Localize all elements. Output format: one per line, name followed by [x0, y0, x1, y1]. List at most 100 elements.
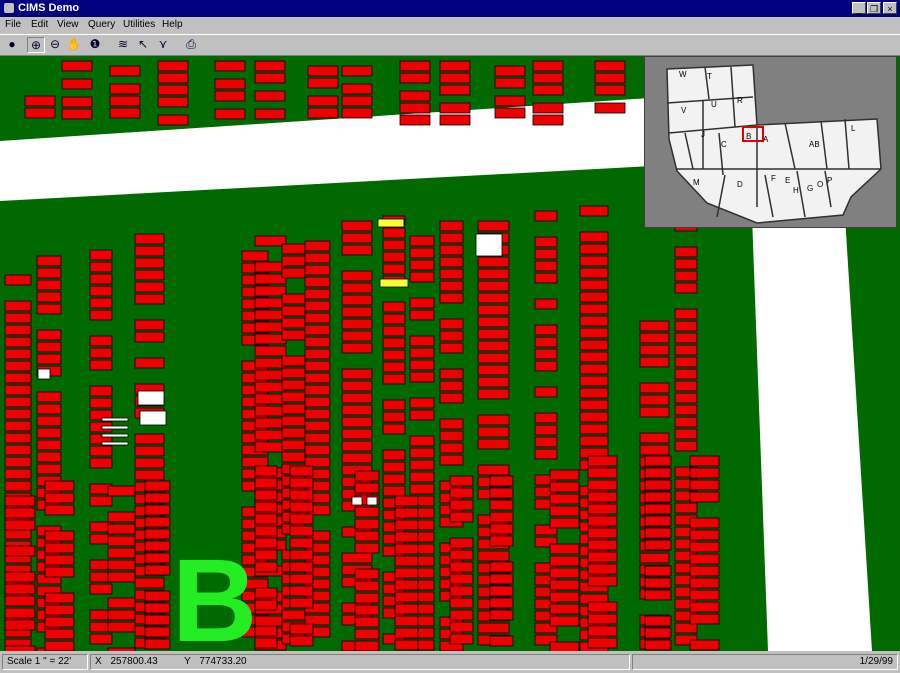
parcel[interactable]: [254, 465, 278, 477]
parcel[interactable]: [109, 95, 141, 107]
parcel[interactable]: [36, 303, 62, 315]
parcel[interactable]: [24, 107, 56, 119]
parcel[interactable]: [341, 270, 373, 282]
parcel[interactable]: [477, 438, 510, 450]
info-tool-button[interactable]: ❶: [86, 37, 104, 53]
parcel[interactable]: [639, 552, 670, 564]
parcel[interactable]: [341, 404, 373, 416]
parcel[interactable]: [394, 507, 419, 519]
parcel[interactable]: [341, 220, 373, 232]
parcel[interactable]: [36, 463, 62, 475]
parcel[interactable]: [587, 563, 618, 575]
parcel[interactable]: [4, 420, 32, 432]
parcel[interactable]: [587, 515, 618, 527]
parcel[interactable]: [449, 573, 474, 585]
parcel[interactable]: [409, 271, 435, 283]
parcel[interactable]: [289, 623, 314, 635]
parcel[interactable]: [254, 429, 287, 441]
parcel[interactable]: [534, 272, 558, 284]
parcel[interactable]: [477, 414, 510, 426]
parcel[interactable]: [4, 495, 36, 507]
parcel[interactable]: [409, 359, 435, 371]
parcel[interactable]: [382, 251, 406, 263]
parcel[interactable]: [439, 368, 464, 380]
parcel[interactable]: [394, 567, 419, 579]
parcel[interactable]: [144, 504, 171, 516]
parcel[interactable]: [674, 320, 698, 332]
parcel[interactable]: [489, 573, 514, 585]
parcel[interactable]: [144, 540, 171, 552]
parcel[interactable]: [304, 444, 331, 456]
parcel[interactable]: [579, 279, 609, 291]
parcel[interactable]: [89, 457, 113, 469]
parcel[interactable]: [254, 587, 278, 599]
parcel[interactable]: [254, 513, 278, 525]
parcel[interactable]: [549, 493, 580, 505]
parcel[interactable]: [689, 565, 720, 577]
parcel[interactable]: [107, 485, 136, 497]
parcel[interactable]: [307, 95, 339, 107]
parcel[interactable]: [439, 84, 471, 96]
parcel[interactable]: [134, 245, 165, 257]
parcel[interactable]: [61, 96, 93, 108]
parcel[interactable]: [549, 579, 580, 591]
parcel[interactable]: [439, 280, 464, 292]
parcel[interactable]: [689, 577, 720, 589]
parcel[interactable]: [61, 60, 93, 72]
parcel[interactable]: [549, 543, 580, 555]
parcel[interactable]: [579, 231, 609, 243]
query-filter-tool-button[interactable]: ⋎: [154, 37, 172, 53]
parcel[interactable]: [674, 392, 698, 404]
parcel[interactable]: [579, 363, 609, 375]
parcel[interactable]: [579, 339, 609, 351]
parcel[interactable]: [354, 628, 380, 640]
parcel[interactable]: [289, 465, 314, 477]
parcel[interactable]: [689, 589, 720, 601]
parcel[interactable]: [36, 291, 62, 303]
parcel[interactable]: [439, 380, 464, 392]
parcel[interactable]: [4, 384, 32, 396]
parcel[interactable]: [534, 412, 558, 424]
parcel[interactable]: [4, 607, 36, 619]
parcel[interactable]: [674, 404, 698, 416]
parcel[interactable]: [254, 489, 278, 501]
parcel[interactable]: [281, 391, 306, 403]
parcel[interactable]: [394, 543, 419, 555]
parcel[interactable]: [449, 609, 474, 621]
parcel[interactable]: [4, 468, 32, 480]
parcel[interactable]: [341, 282, 373, 294]
parcel[interactable]: [639, 432, 670, 444]
parcel[interactable]: [534, 260, 558, 272]
parcel[interactable]: [107, 535, 136, 547]
parcel[interactable]: [254, 381, 287, 393]
parcel[interactable]: [304, 348, 331, 360]
parcel[interactable]: [304, 456, 331, 468]
parcel[interactable]: [579, 435, 609, 447]
parcel[interactable]: [61, 108, 93, 120]
parcel[interactable]: [644, 527, 672, 539]
parcel[interactable]: [304, 300, 331, 312]
parcel[interactable]: [674, 344, 698, 356]
parcel[interactable]: [439, 232, 464, 244]
parcel[interactable]: [36, 341, 62, 353]
parcel[interactable]: [449, 633, 474, 645]
parcel[interactable]: [281, 329, 306, 341]
parcel[interactable]: [439, 430, 464, 442]
parcel[interactable]: [587, 491, 618, 503]
parcel[interactable]: [549, 567, 580, 579]
parcel[interactable]: [674, 416, 698, 428]
parcel[interactable]: [639, 382, 670, 394]
parcel[interactable]: [134, 257, 165, 269]
parcel[interactable]: [4, 528, 32, 540]
parcel[interactable]: [579, 375, 609, 387]
parcel[interactable]: [382, 227, 406, 239]
vacant-parcel[interactable]: [37, 368, 51, 380]
parcel[interactable]: [644, 577, 672, 589]
parcel[interactable]: [409, 347, 435, 359]
parcel[interactable]: [44, 542, 75, 554]
parcel[interactable]: [89, 445, 113, 457]
parcel[interactable]: [36, 353, 62, 365]
close-button[interactable]: ×: [883, 2, 897, 14]
parcel[interactable]: [36, 439, 62, 451]
parcel[interactable]: [449, 549, 474, 561]
